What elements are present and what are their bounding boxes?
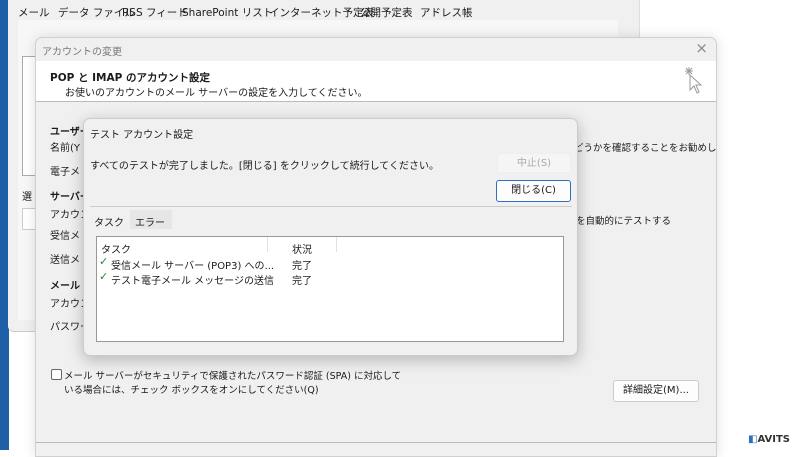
test-dialog-title: テスト アカウント設定	[90, 130, 194, 141]
close-button[interactable]: 閉じる(C)	[496, 180, 571, 202]
label-email: 電子メ	[50, 167, 80, 178]
tab-mail[interactable]: メール	[18, 5, 50, 20]
tab-published-calendars[interactable]: 公開予定表	[360, 5, 413, 20]
tab-rss[interactable]: RSS フィード	[122, 5, 188, 20]
column-header-status[interactable]: 状況	[292, 241, 312, 256]
test-account-settings-dialog: テスト アカウント設定 すべてのテストが完了しました。[閉じる] をクリックして…	[83, 118, 578, 356]
dialog-title: アカウントの変更	[42, 47, 122, 58]
spa-checkbox[interactable]	[51, 369, 62, 380]
label-incoming: 受信メ	[50, 231, 80, 242]
spa-label-line2: いる場合には、チェック ボックスをオンにしてください(Q)	[64, 385, 319, 396]
test-message: すべてのテストが完了しました。[閉じる] をクリックして続行してください。	[90, 161, 439, 172]
close-icon[interactable]: ×	[695, 39, 708, 57]
column-divider	[336, 237, 337, 252]
tab-errors-label: エラー	[135, 218, 165, 229]
label-logon-info: メール	[50, 281, 80, 292]
row-status: 完了	[292, 261, 312, 272]
spa-label-line1: メール サーバーがセキュリティで保護されたパスワード認証 (SPA) に対応して	[64, 371, 402, 382]
dialog-header: POP と IMAP のアカウント設定 お使いのアカウントのメール サーバーの設…	[36, 61, 716, 102]
column-header-task[interactable]: タスク	[101, 241, 131, 256]
row-task: テスト電子メール メッセージの送信	[111, 276, 274, 287]
cursor-click-icon	[685, 67, 703, 94]
advanced-settings-button[interactable]: 詳細設定(M)...	[613, 380, 699, 402]
column-divider	[267, 237, 268, 252]
tab-sharepoint[interactable]: SharePoint リスト	[182, 5, 273, 20]
check-icon: ✓	[99, 255, 109, 268]
check-icon: ✓	[99, 270, 109, 283]
stop-button[interactable]: 中止(S)	[497, 153, 571, 173]
partial-label: 選	[22, 192, 32, 203]
watermark-text: AVITS	[757, 434, 790, 445]
label-outgoing: 送信メ	[50, 255, 80, 266]
watermark-logo: ◧AVITS	[748, 434, 790, 445]
auto-test-text: を自動的にテストする	[576, 216, 672, 227]
row-task: 受信メール サーバー (POP3) への...	[111, 261, 275, 272]
footer-divider	[36, 442, 716, 443]
tab-tasks-label: タスク	[94, 218, 124, 229]
tab-address-books[interactable]: アドレス帳	[420, 5, 473, 20]
tab-internet-calendars[interactable]: インターネット予定表	[269, 5, 374, 20]
label-name: 名前(Y	[50, 143, 81, 154]
subheading: お使いのアカウントのメール サーバーの設定を入力してください。	[65, 88, 368, 99]
separator	[90, 206, 572, 207]
recommend-text: どうかを確認することをお勧めし	[574, 143, 717, 154]
task-list: タスク 状況 ✓ 受信メール サーバー (POP3) への... 完了 ✓ テス…	[96, 236, 564, 342]
row-status: 完了	[292, 276, 312, 287]
heading: POP と IMAP のアカウント設定	[50, 72, 210, 84]
tab-errors[interactable]: エラー	[130, 210, 172, 229]
tab-tasks[interactable]: タスク	[90, 210, 130, 229]
